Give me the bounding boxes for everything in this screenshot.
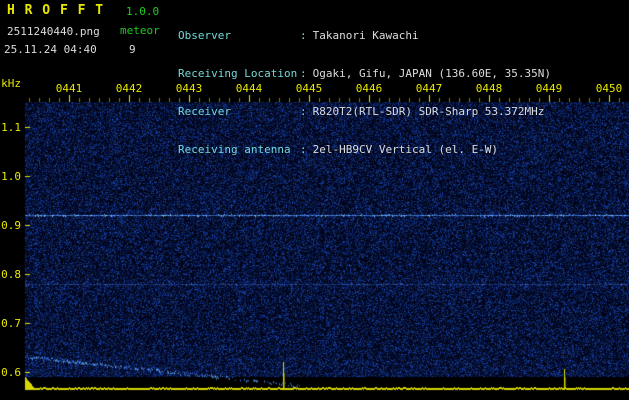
y-tick-label: 0.7 bbox=[0, 317, 21, 330]
info-colon: : bbox=[300, 106, 307, 118]
mode-label: meteor bbox=[120, 24, 160, 37]
info-value: Ogaki, Gifu, JAPAN (136.60E, 35.35N) bbox=[313, 68, 551, 80]
info-label: Receiver bbox=[178, 106, 300, 118]
time-tick-label: 0445 bbox=[296, 82, 323, 95]
info-colon: : bbox=[300, 30, 307, 42]
info-row: Receiving antenna : 2el-HB9CV Vertical (… bbox=[178, 144, 551, 156]
time-tick-label: 0450 bbox=[596, 82, 623, 95]
info-value: Takanori Kawachi bbox=[313, 30, 419, 42]
y-tick-label: 1.1 bbox=[0, 121, 21, 134]
hrofft-window: H R O F F T 1.0.0 2511240440.png meteor … bbox=[0, 0, 629, 400]
info-label: Receiving Location bbox=[178, 68, 300, 80]
echo-count: 9 bbox=[129, 43, 136, 56]
time-tick-label: 0449 bbox=[536, 82, 563, 95]
y-axis-unit: kHz bbox=[0, 77, 21, 90]
time-tick-label: 0448 bbox=[476, 82, 503, 95]
app-version: 1.0.0 bbox=[126, 5, 159, 18]
time-tick-label: 0443 bbox=[176, 82, 203, 95]
y-tick-label: 0.9 bbox=[0, 219, 21, 232]
info-label: Receiving antenna bbox=[178, 144, 300, 156]
time-tick-label: 0441 bbox=[56, 82, 83, 95]
info-colon: : bbox=[300, 144, 307, 156]
info-row: Receiver : R820T2(RTL-SDR) SDR-Sharp 53.… bbox=[178, 106, 551, 118]
info-colon: : bbox=[300, 68, 307, 80]
y-tick-label: 1.0 bbox=[0, 170, 21, 183]
time-tick-label: 0447 bbox=[416, 82, 443, 95]
y-tick-label: 0.6 bbox=[0, 366, 21, 379]
info-label: Observer bbox=[178, 30, 300, 42]
time-tick-label: 0442 bbox=[116, 82, 143, 95]
info-value: R820T2(RTL-SDR) SDR-Sharp 53.372MHz bbox=[313, 106, 545, 118]
app-title: H R O F F T bbox=[7, 3, 104, 18]
datetime-label: 25.11.24 04:40 bbox=[4, 43, 97, 56]
info-row: Receiving Location : Ogaki, Gifu, JAPAN … bbox=[178, 68, 551, 80]
output-filename: 2511240440.png bbox=[7, 25, 100, 38]
time-tick-label: 0444 bbox=[236, 82, 263, 95]
info-row: Observer : Takanori Kawachi bbox=[178, 30, 551, 42]
y-tick-label: 0.8 bbox=[0, 268, 21, 281]
time-tick-label: 0446 bbox=[356, 82, 383, 95]
info-value: 2el-HB9CV Vertical (el. E-W) bbox=[313, 144, 498, 156]
